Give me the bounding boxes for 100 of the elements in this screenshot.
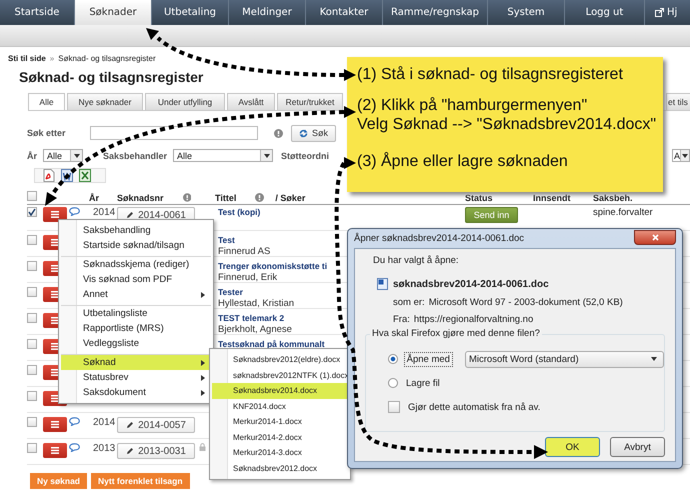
menu-button[interactable]: [43, 443, 67, 458]
close-button[interactable]: [634, 230, 676, 244]
column-header[interactable]: Søknadsnr: [117, 192, 164, 202]
column-header[interactable]: / Søker: [275, 192, 306, 202]
submenu-arrow-icon: [201, 360, 205, 366]
checkbox[interactable]: [27, 391, 37, 401]
submenu-arrow-icon: [201, 374, 205, 380]
dropdown[interactable]: Alle: [173, 149, 274, 162]
checkbox[interactable]: [388, 401, 400, 413]
column-header[interactable]: Tittel: [215, 192, 236, 202]
menu-item[interactable]: Søknadsbrev2012.docx: [212, 460, 348, 476]
external-link-icon: [655, 8, 664, 17]
checkbox[interactable]: [27, 443, 37, 453]
word-file-icon: [377, 278, 388, 290]
tab[interactable]: Retur/trukket: [277, 93, 343, 110]
radio-button[interactable]: [388, 354, 398, 364]
table-cell-text: 2014: [92, 417, 116, 428]
menu-item[interactable]: Vedleggsliste: [61, 336, 211, 351]
menu-item[interactable]: Utbetalingsliste: [61, 305, 211, 321]
tab[interactable]: Avslått: [227, 93, 275, 110]
dropdown[interactable]: A: [672, 149, 690, 162]
case-number-button[interactable]: 2014-0057: [117, 417, 195, 433]
column-header[interactable]: Saksbeh.: [593, 192, 633, 202]
menu-icon: [51, 421, 59, 428]
column-header[interactable]: Status: [465, 192, 493, 202]
checkbox[interactable]: [27, 339, 37, 349]
spreadsheet-icon: [79, 169, 91, 182]
nav-tab[interactable]: Hj: [645, 0, 685, 25]
checkbox[interactable]: [27, 191, 37, 201]
detail-label: Fra:: [393, 314, 410, 325]
title-link[interactable]: Test (kopi): [218, 207, 260, 218]
dropdown-arrow-icon: [74, 154, 80, 158]
menu-icon: [51, 447, 59, 454]
instruction-text: (2) Klikk på "hamburgermenyen" Velg Søknad --> "Søknadsbrev2014.docx": [357, 96, 658, 134]
checkbox[interactable]: [27, 287, 37, 297]
nav-tab[interactable]: Søknader: [75, 0, 152, 25]
tab[interactable]: Alle: [28, 93, 65, 110]
title-link[interactable]: Trenger økonomiskstøtte ti: [218, 261, 328, 272]
field-label: Søk etter: [27, 128, 67, 138]
pencil-icon: [126, 421, 134, 429]
search-field[interactable]: [90, 126, 258, 140]
checkbox[interactable]: [27, 261, 37, 271]
checkbox[interactable]: [27, 235, 37, 245]
menu-button[interactable]: [43, 207, 67, 222]
breadcrumb-separator: »: [50, 54, 54, 62]
checkbox[interactable]: [27, 365, 37, 375]
option-label[interactable]: Åpne med: [404, 352, 453, 366]
menu-item[interactable]: Saksdokument: [61, 385, 211, 400]
menu-item[interactable]: Annet: [61, 287, 211, 302]
menu-item[interactable]: Statusbrev: [61, 370, 211, 385]
menu-button[interactable]: [43, 417, 67, 432]
menu-item[interactable]: Søknad: [61, 354, 211, 370]
menu-item[interactable]: Merkur2014-1.docx: [212, 414, 348, 430]
field-label: Støtteordni: [281, 150, 330, 160]
dropdown[interactable]: Microsoft Word (standard): [464, 350, 664, 368]
menu-item[interactable]: Saksbehandling: [61, 223, 211, 238]
table-cell-text: 2013: [92, 443, 116, 454]
checkbox[interactable]: [27, 313, 37, 323]
title-link[interactable]: Test: [218, 235, 235, 246]
case-number-button[interactable]: 2013-0031: [117, 443, 195, 459]
tab[interactable]: et tils: [666, 93, 690, 110]
title-link[interactable]: Testsøknad på kommunalt: [218, 339, 325, 350]
menu-item[interactable]: Søknadsbrev2012(eldre).docx: [212, 352, 348, 368]
menu-item[interactable]: KNF2014.docx: [212, 398, 348, 414]
menu-item[interactable]: Vis søknad som PDF: [61, 272, 211, 287]
pencil-icon: [126, 447, 134, 455]
dialog-button[interactable]: OK: [545, 437, 600, 457]
close-icon: [652, 234, 658, 240]
title-link[interactable]: Tester: [218, 287, 243, 298]
menu-item[interactable]: Startside søknad/tilsagn: [61, 238, 211, 253]
column-header[interactable]: År: [89, 192, 100, 202]
breadcrumb-current: Søknad- og tilsagnsregister: [58, 54, 156, 62]
checkbox[interactable]: [27, 207, 37, 217]
tab[interactable]: Nye søknader: [67, 93, 143, 110]
applicant-name: Finnerud, Erik: [218, 272, 278, 283]
column-header[interactable]: Innsendt: [533, 192, 570, 202]
menu-item[interactable]: Søknadsskjema (rediger): [61, 256, 211, 272]
dropdown[interactable]: Alle: [43, 149, 84, 162]
title-link[interactable]: TEST telemark 2: [218, 313, 284, 324]
menu-item[interactable]: Søknadsbrev2014.docx: [212, 383, 348, 398]
applicant-name: Finnerud AS: [218, 246, 270, 257]
table-cell-text: 2014: [92, 207, 116, 218]
radio-button[interactable]: [388, 378, 398, 388]
dialog-text: Du har valgt å åpne:: [373, 255, 460, 268]
checkbox[interactable]: [27, 417, 37, 427]
tab[interactable]: Under utfylling: [145, 93, 225, 110]
applicant-name: Hyllestad, Kristian: [218, 298, 294, 309]
menu-item[interactable]: Rapportliste (MRS): [61, 321, 211, 336]
search-button[interactable]: Søk: [291, 124, 336, 142]
menu-item[interactable]: Merkur2014-2.docx: [212, 430, 348, 445]
menu-item[interactable]: Merkur2014-3.docx: [212, 445, 348, 460]
instruction-text: (3) Åpne eller lagre søknaden: [357, 152, 569, 171]
submenu-arrow-icon: [201, 292, 205, 298]
breadcrumb-link[interactable]: Sti til side: [8, 54, 46, 62]
dropdown-arrow-icon: [264, 154, 270, 158]
applicant-name: Bjerkholt, Agnese: [218, 324, 292, 335]
checkbox-label[interactable]: Gjør dette automatisk fra nå av.: [406, 400, 542, 414]
dialog-button[interactable]: Avbryt: [610, 437, 665, 457]
group-label: Hva skal Firefox gjøre med denne filen?: [370, 328, 542, 339]
option-label[interactable]: Lagre fil: [404, 376, 442, 390]
